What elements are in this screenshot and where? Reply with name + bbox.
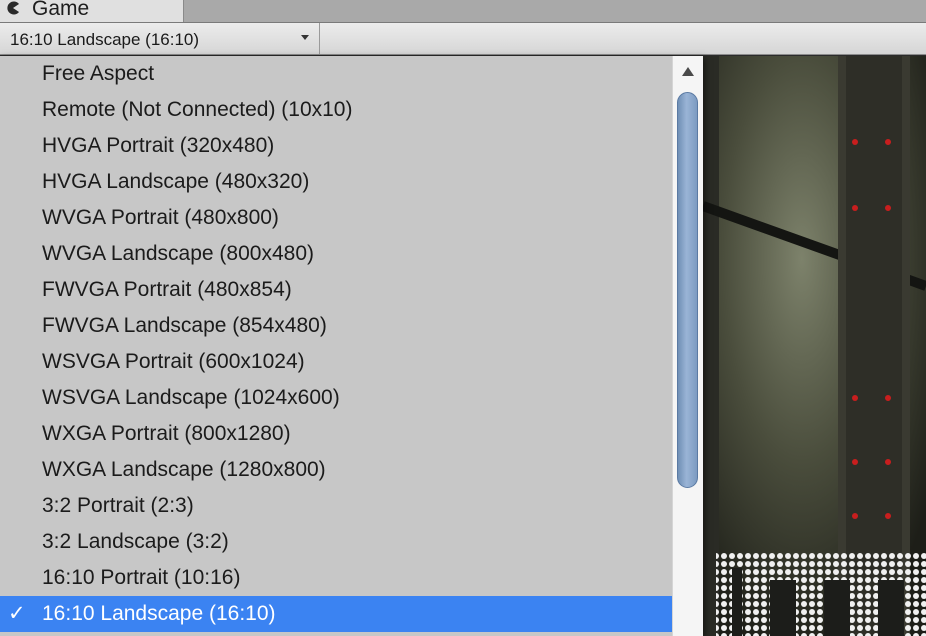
menu-item-label: FWVGA Portrait (480x854) <box>42 278 292 301</box>
aspect-menu-list: Free Aspect Remote (Not Connected) (10x10… <box>0 56 672 632</box>
tab-bar: Game <box>0 0 926 23</box>
menu-item-label: 16:10 Portrait (10:16) <box>42 566 241 589</box>
menu-item[interactable]: 3:2 Portrait (2:3) <box>0 488 672 524</box>
menu-item[interactable]: WXGA Portrait (800x1280) <box>0 416 672 452</box>
menu-item[interactable]: WVGA Landscape (800x480) <box>0 236 672 272</box>
menu-item-label: FWVGA Landscape (854x480) <box>42 314 327 337</box>
menu-scrollbar[interactable] <box>672 56 703 636</box>
tab-title: Game <box>32 0 90 20</box>
menu-item-label: WVGA Landscape (800x480) <box>42 242 314 265</box>
checkmark-icon: ✓ <box>8 602 26 625</box>
scroll-up-arrow-icon[interactable] <box>682 67 694 76</box>
menu-item-label: WVGA Portrait (480x800) <box>42 206 279 229</box>
menu-item[interactable]: FWVGA Landscape (854x480) <box>0 308 672 344</box>
menu-item-label: HVGA Landscape (480x320) <box>42 170 310 193</box>
menu-item[interactable]: HVGA Landscape (480x320) <box>0 164 672 200</box>
aspect-dropdown[interactable]: 16:10 Landscape (16:10) <box>0 23 320 54</box>
menu-item[interactable]: FWVGA Portrait (480x854) <box>0 272 672 308</box>
scrollbar-thumb[interactable] <box>677 92 698 488</box>
menu-item[interactable]: WXGA Landscape (1280x800) <box>0 452 672 488</box>
menu-item[interactable]: 3:2 Landscape (3:2) <box>0 524 672 560</box>
menu-item[interactable]: WSVGA Portrait (600x1024) <box>0 344 672 380</box>
menu-item[interactable]: ✓ 16:10 Landscape (16:10) <box>0 596 672 632</box>
menu-item[interactable]: HVGA Portrait (320x480) <box>0 128 672 164</box>
tab-game[interactable]: Game <box>0 0 184 22</box>
menu-item-label: 16:10 Landscape (16:10) <box>42 602 276 625</box>
menu-item[interactable]: WSVGA Landscape (1024x600) <box>0 380 672 416</box>
menu-item[interactable]: WVGA Portrait (480x800) <box>0 200 672 236</box>
menu-item-label: 3:2 Portrait (2:3) <box>42 494 194 517</box>
menu-item-label: WSVGA Portrait (600x1024) <box>42 350 305 373</box>
pacman-icon <box>7 1 19 15</box>
menu-item-label: WSVGA Landscape (1024x600) <box>42 386 340 409</box>
menu-item-label: Remote (Not Connected) (10x10) <box>42 98 353 121</box>
aspect-dropdown-menu: Free Aspect Remote (Not Connected) (10x10… <box>0 56 703 636</box>
menu-item-label: WXGA Portrait (800x1280) <box>42 422 291 445</box>
menu-item-label: HVGA Portrait (320x480) <box>42 134 275 157</box>
game-toolbar: 16:10 Landscape (16:10) <box>0 23 926 55</box>
aspect-dropdown-label: 16:10 Landscape (16:10) <box>10 30 200 49</box>
menu-item-label: WXGA Landscape (1280x800) <box>42 458 326 481</box>
menu-item[interactable]: 16:10 Portrait (10:16) <box>0 560 672 596</box>
menu-item-label: 3:2 Landscape (3:2) <box>42 530 229 553</box>
menu-item[interactable]: Remote (Not Connected) (10x10) <box>0 92 672 128</box>
menu-item-label: Free Aspect <box>42 62 155 85</box>
chevron-down-icon <box>301 35 309 40</box>
menu-item[interactable]: Free Aspect <box>0 56 672 92</box>
